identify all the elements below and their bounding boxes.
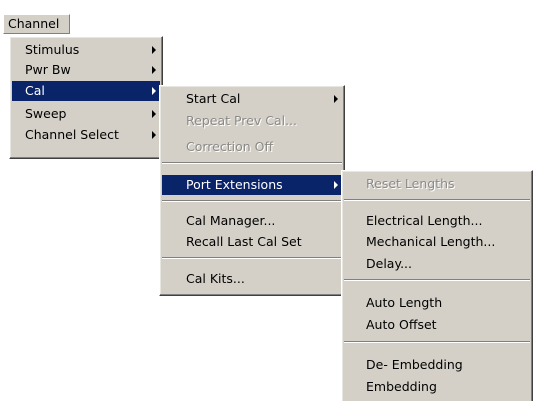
menu-item-auto-length[interactable]: Auto Length (344, 293, 530, 313)
submenu-arrow-icon (334, 181, 338, 189)
menu-item-delay[interactable]: Delay... (344, 254, 530, 274)
menu-item-mechanical-length[interactable]: Mechanical Length... (344, 232, 530, 252)
menu-item-cal-manager[interactable]: Cal Manager... (162, 211, 342, 231)
menu-item-label: Reset Lengths (366, 176, 455, 191)
cal-submenu: Start Cal Repeat Prev Cal... Correction … (159, 85, 345, 296)
menu-item-port-extensions[interactable]: Port Extensions (162, 175, 342, 195)
menu-item-label: Repeat Prev Cal... (186, 113, 297, 128)
menu-separator (344, 199, 530, 201)
submenu-arrow-icon (152, 87, 156, 95)
submenu-arrow-icon (152, 46, 156, 54)
port-extensions-submenu: Reset Lengths Electrical Length... Mecha… (341, 170, 533, 401)
menu-item-auto-offset[interactable]: Auto Offset (344, 315, 530, 335)
menu-item-repeat-prev-cal[interactable]: Repeat Prev Cal... (162, 111, 342, 131)
menu-separator (162, 257, 342, 259)
menu-item-recall-last-cal-set[interactable]: Recall Last Cal Set (162, 232, 342, 252)
menu-separator (162, 200, 342, 202)
menu-item-label: Channel Select (25, 127, 119, 142)
menu-item-label: Stimulus (25, 42, 80, 57)
menu-item-stimulus[interactable]: Stimulus (12, 40, 160, 60)
submenu-arrow-icon (152, 131, 156, 139)
menu-item-label: Pwr Bw (25, 62, 71, 77)
submenu-arrow-icon (334, 95, 338, 103)
submenu-arrow-icon (152, 110, 156, 118)
menu-item-reset-lengths[interactable]: Reset Lengths (344, 174, 530, 194)
menu-item-label: Embedding (366, 379, 437, 394)
menu-item-label: Mechanical Length... (366, 234, 496, 249)
menu-separator (162, 162, 342, 164)
menu-item-sweep[interactable]: Sweep (12, 104, 160, 124)
menu-item-label: Auto Offset (366, 317, 437, 332)
menu-item-channel-select[interactable]: Channel Select (12, 125, 160, 145)
menu-item-pwr-bw[interactable]: Pwr Bw (12, 60, 160, 80)
submenu-arrow-icon (152, 66, 156, 74)
menu-item-de-embedding[interactable]: De- Embedding (344, 355, 530, 375)
channel-menu: Stimulus Pwr Bw Cal Sweep Channel Select (9, 36, 163, 159)
menu-item-start-cal[interactable]: Start Cal (162, 89, 342, 109)
menu-item-label: Start Cal (186, 91, 241, 106)
menu-channel[interactable]: Channel (3, 14, 70, 34)
menu-item-label: Electrical Length... (366, 213, 483, 228)
menu-item-cal[interactable]: Cal (12, 81, 160, 101)
menu-item-label: Sweep (25, 106, 67, 121)
menu-item-label: Port Extensions (186, 177, 283, 192)
menu-item-cal-kits[interactable]: Cal Kits... (162, 269, 342, 289)
menu-item-label: Cal Kits... (186, 271, 245, 286)
menu-item-label: Cal Manager... (186, 213, 276, 228)
menu-channel-label: Channel (8, 16, 60, 31)
menu-item-label: Cal (25, 83, 45, 98)
menu-separator (344, 279, 530, 281)
menu-item-correction-off[interactable]: Correction Off (162, 137, 342, 157)
menu-item-label: Auto Length (366, 295, 443, 310)
menu-item-label: Recall Last Cal Set (186, 234, 302, 249)
menu-item-label: Correction Off (186, 139, 274, 154)
menu-item-embedding[interactable]: Embedding (344, 377, 530, 397)
menu-item-label: Delay... (366, 256, 412, 271)
menu-separator (344, 341, 530, 343)
menu-item-label: De- Embedding (366, 357, 463, 372)
menu-item-electrical-length[interactable]: Electrical Length... (344, 211, 530, 231)
